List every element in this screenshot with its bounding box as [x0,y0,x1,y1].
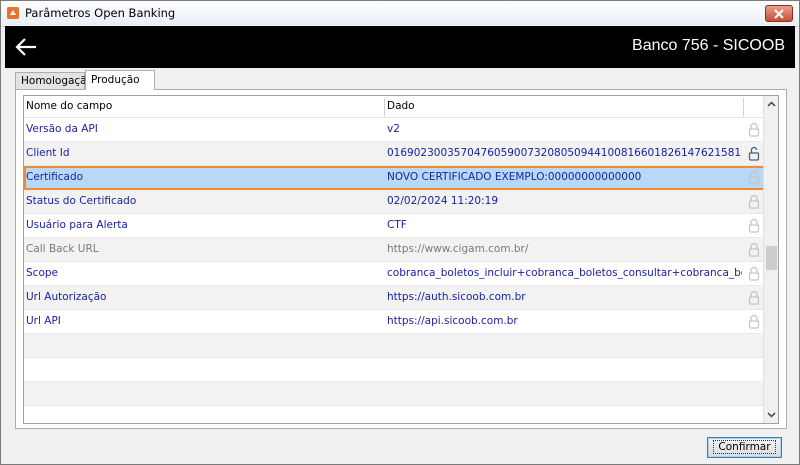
lock-icon[interactable] [748,122,760,137]
tab-producao[interactable]: Produção [85,70,155,90]
field-name-cell: Url Autorização [26,291,107,303]
column-divider [743,98,744,116]
table-row[interactable]: Usuário para Alerta CTF [24,214,765,238]
field-name-cell: Status do Certificado [26,195,137,207]
title-bar: Parâmetros Open Banking [1,1,799,27]
lock-icon[interactable] [748,266,760,281]
scroll-down-button[interactable] [764,407,778,423]
back-button[interactable] [13,35,39,59]
field-name-cell: Certificado [26,171,84,183]
empty-row [24,382,765,406]
parameters-grid: Nome do campo Dado Versão da API v2 Client… [23,95,779,424]
lock-icon[interactable] [748,170,760,185]
confirm-button[interactable]: Confirmar [707,437,782,458]
field-value-cell[interactable]: 0169023003570476059007320805094410081660… [387,142,742,165]
scroll-down-icon [767,412,776,418]
column-header-field-name[interactable]: Nome do campo [24,96,112,118]
field-name-cell: Call Back URL [26,243,99,255]
window-title: Parâmetros Open Banking [25,6,176,20]
lock-icon[interactable] [748,194,760,209]
unlock-icon[interactable] [748,146,760,161]
back-arrow-icon [15,38,36,56]
tab-homologacao[interactable]: Homologação [15,72,93,90]
grid-rows: Versão da API v2 Client Id 0169023003570476… [24,118,765,423]
dialog-window: Parâmetros Open Banking Banco 756 - SICO… [0,0,800,465]
table-row[interactable]: Url API https://api.sicoob.com.br [24,310,765,334]
table-row[interactable]: Status do Certificado 02/02/2024 11:20:19 [24,190,765,214]
column-header-value[interactable]: Dado [385,96,415,118]
app-icon [7,7,19,19]
field-name-cell: Usuário para Alerta [26,219,128,231]
field-value-cell[interactable]: 02/02/2024 11:20:19 [387,190,742,213]
close-button[interactable] [765,5,793,22]
field-value-cell[interactable]: v2 [387,118,742,141]
field-value-cell[interactable]: CTF [387,214,742,237]
bank-title: Banco 756 - SICOOB [632,37,785,54]
grid-header: Nome do campo Dado [24,96,765,118]
table-row[interactable]: Url Autorização https://auth.sicoob.com.b… [24,286,765,310]
empty-row [24,358,765,382]
field-value-cell[interactable]: NOVO CERTIFICADO EXEMPLO:00000000000000 [387,166,742,189]
table-row[interactable]: Client Id 0169023003570476059007320805094… [24,142,765,166]
scrollbar-thumb[interactable] [766,246,777,270]
table-row[interactable]: Certificado NOVO CERTIFICADO EXEMPLO:0000… [24,166,765,190]
field-name-cell: Url API [26,315,61,327]
field-value-cell[interactable]: https://auth.sicoob.com.br [387,286,742,309]
close-icon [774,8,784,19]
page-header: Banco 756 - SICOOB [5,26,795,68]
field-name-cell: Scope [26,267,58,279]
field-name-cell: Versão da API [26,123,98,135]
vertical-scrollbar[interactable] [763,96,778,423]
confirm-button-label: Confirmar [713,440,776,454]
lock-icon[interactable] [748,314,760,329]
lock-icon[interactable] [748,290,760,305]
table-row[interactable]: Scope cobranca_boletos_incluir+cobranca_b… [24,262,765,286]
scroll-up-icon [767,101,776,107]
field-name-cell: Client Id [26,147,70,159]
lock-icon[interactable] [748,218,760,233]
table-row[interactable]: Call Back URL https://www.cigam.com.br/ [24,238,765,262]
empty-row [24,406,765,423]
empty-row [24,334,765,358]
field-value-cell[interactable]: https://api.sicoob.com.br [387,310,742,333]
tab-panel: Nome do campo Dado Versão da API v2 Client… [15,89,787,429]
table-row[interactable]: Versão da API v2 [24,118,765,142]
field-value-cell[interactable]: https://www.cigam.com.br/ [387,238,742,261]
field-value-cell[interactable]: cobranca_boletos_incluir+cobranca_boleto… [387,262,742,285]
scroll-up-button[interactable] [764,96,778,112]
lock-icon[interactable] [748,242,760,257]
